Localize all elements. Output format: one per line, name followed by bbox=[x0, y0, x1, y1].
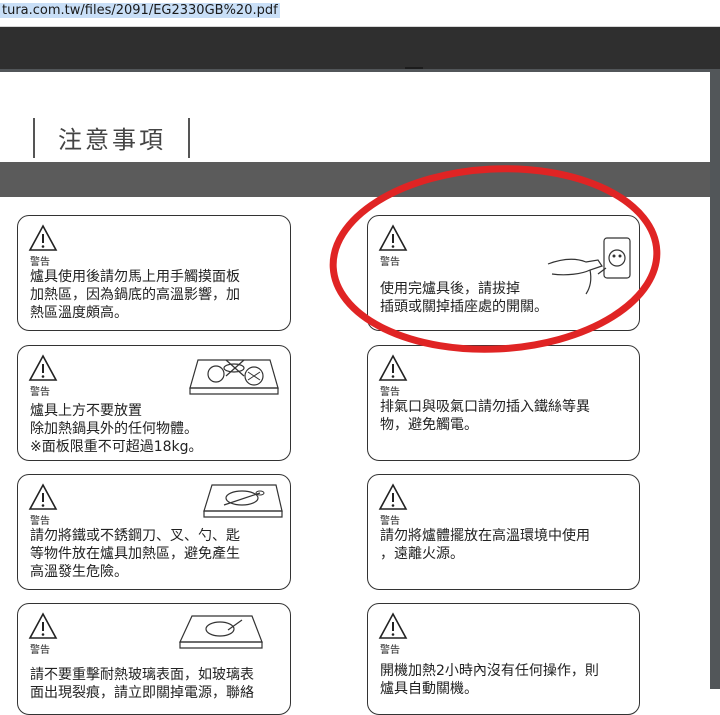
cooktop-utensils-icon bbox=[203, 484, 283, 518]
warning-text: 爐具上方不要放置 除加熱鍋具外的任何物體。 ※面板限重不可超過18kg。 bbox=[30, 403, 203, 455]
warning-box-4: 警告 排氣口與吸氣口請勿插入鐵絲等異 物，避免觸電。 bbox=[367, 345, 640, 461]
warning-label: 警告 bbox=[30, 257, 50, 268]
warning-box-2: 警告 使用完爐具後，請拔掉 插頭或關掉插座處的開關。 bbox=[367, 215, 640, 331]
address-bar[interactable]: tura.com.tw/files/2091/EG2330GB%20.pdf bbox=[0, 0, 720, 27]
warning-text: 開機加熱2小時內沒有任何操作，則 爐具自動關機。 bbox=[380, 663, 599, 697]
warning-text: 爐具使用後請勿馬上用手觸摸面板 加熱區，因為鍋底的高溫影響，加 熱區溫度頗高。 bbox=[30, 269, 240, 321]
warning-triangle-icon bbox=[28, 224, 58, 251]
title-left-bar bbox=[33, 118, 35, 158]
warning-label: 警告 bbox=[380, 645, 400, 656]
section-band bbox=[0, 162, 710, 197]
warning-box-8: 警告 開機加熱2小時內沒有任何操作，則 爐具自動關機。 bbox=[367, 603, 640, 715]
cooktop-objects-icon bbox=[189, 359, 279, 395]
url-text[interactable]: tura.com.tw/files/2091/EG2330GB%20.pdf bbox=[0, 3, 280, 18]
warning-triangle-icon bbox=[378, 224, 408, 251]
warning-box-5: 警告 請勿將鐵或不銹鋼刀、叉、勺、匙 等物件放在爐具加熱區，避免產生 高溫發生危… bbox=[17, 474, 291, 590]
warning-label: 警告 bbox=[380, 387, 400, 398]
warning-triangle-icon bbox=[28, 483, 58, 510]
warning-triangle-icon bbox=[28, 354, 58, 381]
warning-text: 請勿將爐體擺放在高溫環境中使用 ，遠離火源。 bbox=[380, 528, 590, 562]
warning-text: 請不要重擊耐熱玻璃表面，如玻璃表 面出現裂痕，請立即關掉電源，聯絡 bbox=[30, 667, 254, 701]
warning-triangle-icon bbox=[28, 612, 58, 639]
hand-unplug-icon bbox=[547, 237, 631, 295]
warning-box-1: 警告 爐具使用後請勿馬上用手觸摸面板 加熱區，因為鍋底的高溫影響，加 熱區溫度頗… bbox=[17, 215, 291, 331]
page-title: 注意事項 bbox=[58, 126, 166, 154]
warning-text: 排氣口與吸氣口請勿插入鐵絲等異 物，避免觸電。 bbox=[380, 399, 590, 433]
warning-label: 警告 bbox=[30, 387, 50, 398]
warning-text: 使用完爐具後，請拔掉 插頭或關掉插座處的開關。 bbox=[380, 281, 548, 315]
warning-box-6: 警告 請勿將爐體擺放在高溫環境中使用 ，遠離火源。 bbox=[367, 474, 640, 590]
warning-text: 請勿將鐵或不銹鋼刀、叉、勺、匙 等物件放在爐具加熱區，避免產生 高溫發生危險。 bbox=[30, 528, 240, 580]
warning-box-3: 警告 爐具上方不要放置 除加熱鍋具外的任何物體。 ※面板限重不可超過18kg。 bbox=[17, 345, 291, 461]
warning-box-7: 警告 請不要重擊耐熱玻璃表面，如玻璃表 面出現裂痕，請立即關掉電源，聯絡 bbox=[17, 603, 291, 715]
warning-label: 警告 bbox=[380, 516, 400, 527]
warning-label: 警告 bbox=[30, 516, 50, 527]
warning-label: 警告 bbox=[30, 645, 50, 656]
warning-triangle-icon bbox=[378, 612, 408, 639]
cooktop-glass-icon bbox=[179, 615, 263, 649]
title-right-bar bbox=[188, 118, 190, 158]
warning-label: 警告 bbox=[380, 257, 400, 268]
pdf-toolbar: 3 / 9 bbox=[0, 27, 720, 85]
warning-triangle-icon bbox=[378, 483, 408, 510]
warning-triangle-icon bbox=[378, 354, 408, 381]
